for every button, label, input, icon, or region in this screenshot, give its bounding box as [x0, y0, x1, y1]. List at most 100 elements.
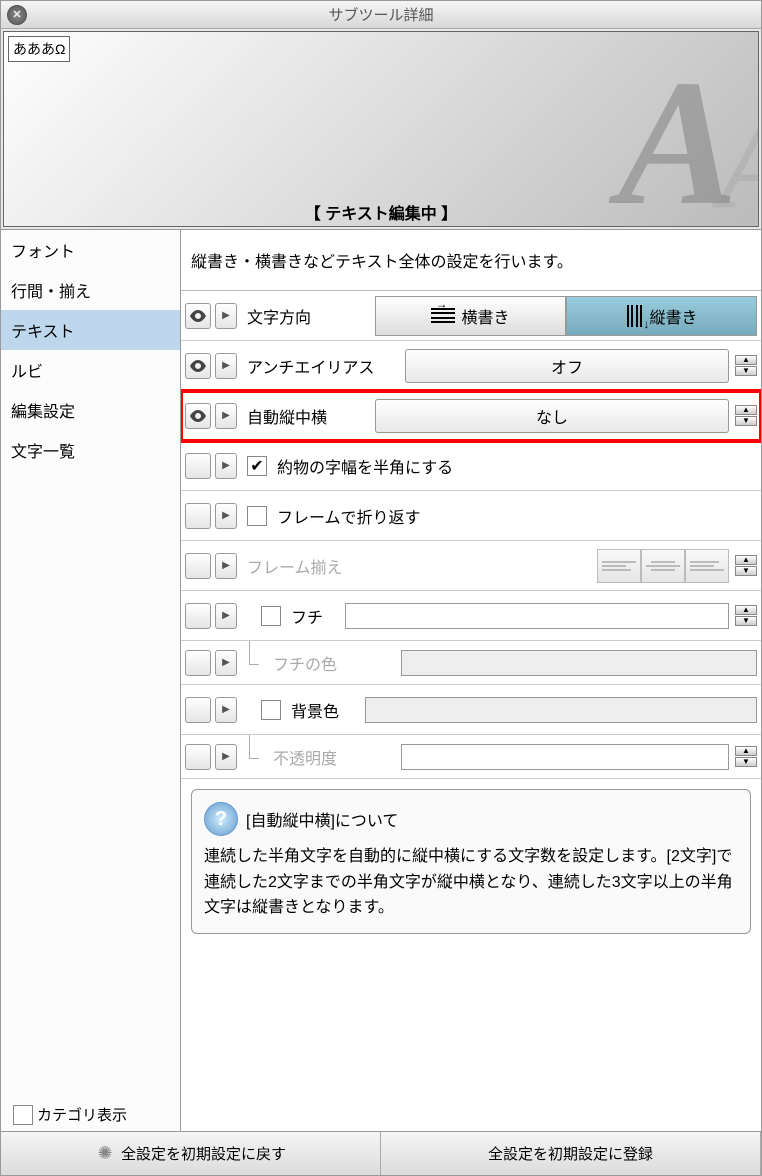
- main-panel: 縦書き・横書きなどテキスト全体の設定を行います。 ▶ 文字方向 横書き 縦書き: [181, 230, 761, 1131]
- category-show-checkbox[interactable]: [13, 1105, 33, 1125]
- reset-label: 全設定を初期設定に戻す: [121, 1143, 286, 1164]
- category-edit-settings[interactable]: 編集設定: [1, 390, 180, 430]
- bgcolor-checkbox[interactable]: [261, 700, 281, 720]
- edge-color-field[interactable]: [401, 650, 757, 676]
- register-label: 全設定を初期設定に登録: [488, 1143, 653, 1164]
- expand-toggle[interactable]: ▶: [215, 303, 237, 329]
- antialias-spinner[interactable]: ▲▼: [735, 355, 757, 376]
- row-text-direction: ▶ 文字方向 横書き 縦書き: [181, 291, 761, 341]
- bgcolor-field[interactable]: [365, 697, 757, 723]
- help-title: [自動縦中横]について: [246, 807, 398, 831]
- direction-h-label: 横書き: [461, 304, 509, 328]
- category-line-align[interactable]: 行間・揃え: [1, 270, 180, 310]
- halfwidth-label: 約物の字幅を半角にする: [277, 454, 453, 478]
- vertical-icon: [625, 305, 643, 327]
- expand-toggle[interactable]: ▶: [215, 553, 237, 579]
- category-text[interactable]: テキスト: [1, 310, 180, 350]
- preview-status: 【 テキスト編集中 】: [4, 200, 758, 224]
- row-edge-color: ▶ フチの色: [181, 641, 761, 685]
- direction-v-label: 縦書き: [649, 304, 697, 328]
- visibility-toggle[interactable]: [185, 503, 211, 529]
- category-ruby[interactable]: ルビ: [1, 350, 180, 390]
- direction-horizontal-button[interactable]: 横書き: [375, 296, 566, 336]
- help-icon: ?: [204, 802, 238, 836]
- row-antialias: ▶ アンチエイリアス オフ ▲▼: [181, 341, 761, 391]
- expand-toggle[interactable]: ▶: [215, 744, 237, 770]
- help-body: 連続した半角文字を自動的に縦中横にする文字数を設定します。[2文字]で連続した2…: [204, 844, 738, 921]
- visibility-toggle[interactable]: [185, 697, 211, 723]
- opacity-spinner[interactable]: ▲▼: [735, 746, 757, 767]
- row-halfwidth-punct: ▶ ✔ 約物の字幅を半角にする: [181, 441, 761, 491]
- expand-toggle[interactable]: ▶: [215, 603, 237, 629]
- visibility-toggle[interactable]: [185, 353, 211, 379]
- row-edge: ▶ フチ ▲▼: [181, 591, 761, 641]
- edge-label: フチ: [291, 604, 341, 628]
- category-list: フォント 行間・揃え テキスト ルビ 編集設定 文字一覧: [1, 230, 180, 1098]
- reset-icon: ✺: [95, 1144, 115, 1164]
- row-frame-wrap: ▶ フレームで折り返す: [181, 491, 761, 541]
- preview-glyph-large: A: [618, 39, 738, 227]
- visibility-toggle[interactable]: [185, 453, 211, 479]
- body: フォント 行間・揃え テキスト ルビ 編集設定 文字一覧 カテゴリ表示 縦書き・…: [1, 229, 761, 1131]
- antialias-dropdown[interactable]: オフ: [405, 349, 729, 383]
- frame-align-spinner[interactable]: ▲▼: [735, 555, 757, 576]
- help-box: ? [自動縦中横]について 連続した半角文字を自動的に縦中横にする文字数を設定し…: [191, 789, 751, 934]
- auto-tcy-spinner[interactable]: ▲▼: [735, 405, 757, 426]
- halfwidth-checkbox[interactable]: ✔: [247, 456, 267, 476]
- row-auto-tatechuyoko: ▶ 自動縦中横 なし ▲▼: [181, 391, 761, 441]
- row-frame-align: ▶ フレーム揃え ▲▼: [181, 541, 761, 591]
- expand-toggle[interactable]: ▶: [215, 650, 237, 676]
- expand-toggle[interactable]: ▶: [215, 697, 237, 723]
- expand-toggle[interactable]: ▶: [215, 503, 237, 529]
- edge-color-label: フチの色: [267, 651, 397, 675]
- visibility-toggle[interactable]: [185, 744, 211, 770]
- visibility-toggle[interactable]: [185, 403, 211, 429]
- align-top-button[interactable]: [597, 549, 641, 583]
- category-show-toggle[interactable]: カテゴリ表示: [1, 1098, 180, 1131]
- reset-defaults-button[interactable]: ✺ 全設定を初期設定に戻す: [1, 1132, 381, 1175]
- edge-checkbox[interactable]: [261, 606, 281, 626]
- frame-align-label: フレーム揃え: [241, 554, 593, 578]
- visibility-toggle[interactable]: [185, 603, 211, 629]
- category-char-list[interactable]: 文字一覧: [1, 430, 180, 470]
- panel-description: 縦書き・横書きなどテキスト全体の設定を行います。: [181, 230, 761, 291]
- row-bgcolor: ▶ 背景色: [181, 685, 761, 735]
- antialias-label: アンチエイリアス: [241, 354, 401, 378]
- align-bottom-button[interactable]: [685, 549, 729, 583]
- auto-tcy-value: なし: [536, 404, 568, 428]
- expand-toggle[interactable]: ▶: [215, 453, 237, 479]
- opacity-label: 不透明度: [267, 745, 397, 769]
- indent-line: [249, 735, 259, 759]
- expand-toggle[interactable]: ▶: [215, 403, 237, 429]
- align-middle-button[interactable]: [641, 549, 685, 583]
- register-defaults-button[interactable]: 全設定を初期設定に登録: [381, 1132, 761, 1175]
- direction-segmented: 横書き 縦書き: [375, 296, 757, 336]
- help-header: ? [自動縦中横]について: [204, 802, 738, 836]
- edge-value-field[interactable]: [345, 603, 729, 629]
- direction-vertical-button[interactable]: 縦書き: [566, 296, 757, 336]
- expand-toggle[interactable]: ▶: [215, 353, 237, 379]
- settings-rows: ▶ 文字方向 横書き 縦書き ▶: [181, 291, 761, 779]
- wrap-checkbox[interactable]: [247, 506, 267, 526]
- indent-line: [249, 641, 259, 665]
- visibility-toggle[interactable]: [185, 553, 211, 579]
- titlebar: ✕ サブツール詳細: [1, 1, 761, 29]
- bgcolor-label: 背景色: [291, 698, 361, 722]
- direction-label: 文字方向: [241, 304, 371, 328]
- visibility-toggle[interactable]: [185, 650, 211, 676]
- category-show-label: カテゴリ表示: [37, 1104, 127, 1125]
- footer: ✺ 全設定を初期設定に戻す 全設定を初期設定に登録: [1, 1131, 761, 1175]
- auto-tcy-dropdown[interactable]: なし: [375, 399, 729, 433]
- preview-sample-text[interactable]: あああΩ: [8, 36, 70, 62]
- visibility-toggle[interactable]: [185, 303, 211, 329]
- window-title: サブツール詳細: [1, 4, 761, 25]
- preview-area: あああΩ A A 【 テキスト編集中 】: [3, 31, 759, 227]
- frame-align-buttons: [597, 549, 729, 583]
- row-opacity: ▶ 不透明度 ▲▼: [181, 735, 761, 779]
- category-font[interactable]: フォント: [1, 230, 180, 270]
- edge-spinner[interactable]: ▲▼: [735, 605, 757, 626]
- opacity-field[interactable]: [401, 744, 729, 770]
- category-sidebar: フォント 行間・揃え テキスト ルビ 編集設定 文字一覧 カテゴリ表示: [1, 230, 181, 1131]
- auto-tcy-label: 自動縦中横: [241, 404, 371, 428]
- subtool-detail-window: ✕ サブツール詳細 あああΩ A A 【 テキスト編集中 】 フォント 行間・揃…: [0, 0, 762, 1176]
